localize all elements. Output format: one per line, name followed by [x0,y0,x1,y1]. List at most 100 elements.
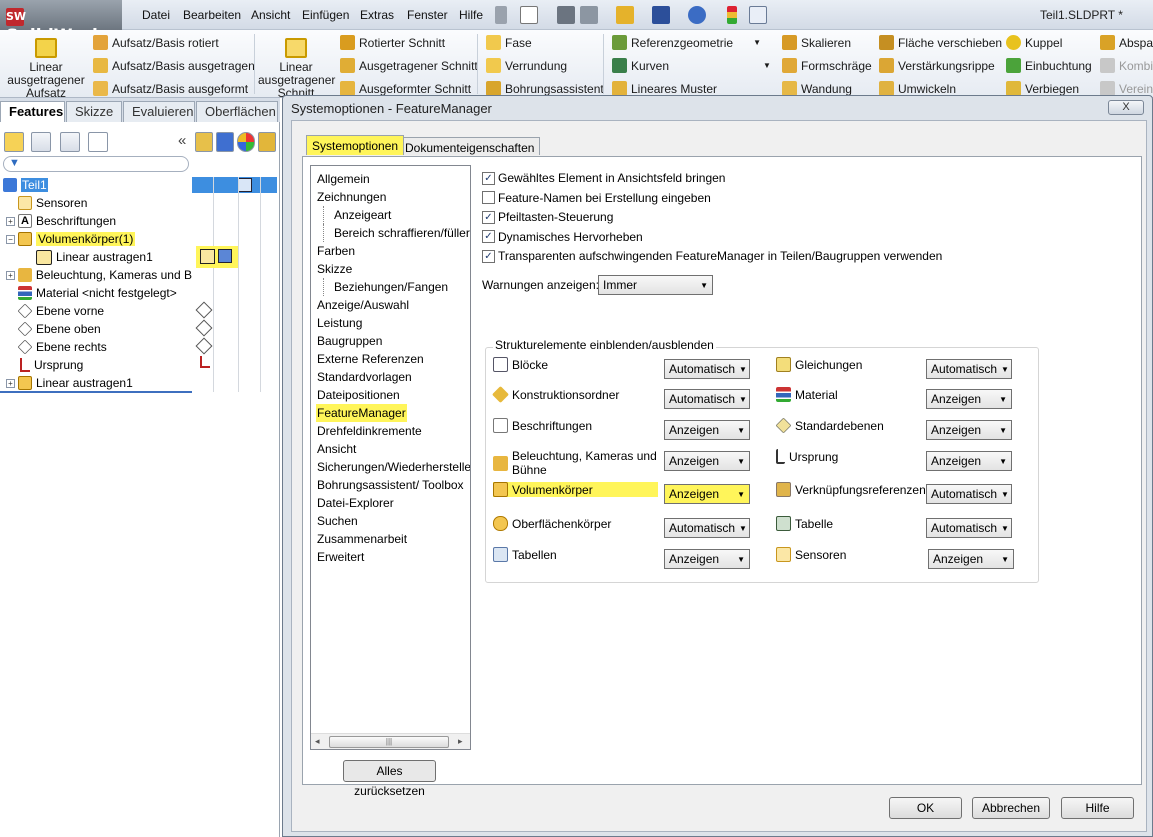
tab-oberflaechen[interactable]: Oberflächen [196,101,278,122]
wrap-button[interactable]: Umwickeln [879,81,956,96]
extruded-boss-button[interactable]: Linear ausgetragener Aufsatz [6,38,86,100]
menu-ansicht[interactable]: Ansicht [251,8,290,22]
category-item[interactable]: Anzeige/Auswahl [316,296,410,314]
collapse-node-icon[interactable]: − [6,234,15,244]
linear-pattern-button[interactable]: Lineares Muster [612,81,717,96]
draft-button[interactable]: Formschräge [782,58,872,73]
indent-button[interactable]: Einbuchtung [1006,58,1092,73]
checkbox[interactable]: ✓ [482,171,495,185]
category-item[interactable]: Ansicht [316,440,357,458]
tree-filter-input[interactable]: ▼ [3,156,189,172]
tab-evaluieren[interactable]: Evaluieren [123,101,195,122]
category-item[interactable]: Drehfeldinkremente [316,422,423,440]
category-item[interactable]: FeatureManager [316,404,407,422]
cube-icon[interactable] [216,132,234,152]
option-checkbox-row[interactable]: ✓ Transparenten aufschwingenden FeatureMa… [482,249,942,263]
revolved-cut-button[interactable]: Rotierter Schnitt [340,35,445,50]
tree-item-linear-austragen[interactable]: + Linear austragen1 [0,374,192,392]
join-button[interactable]: Vereinig [1100,81,1153,96]
reference-geometry-button[interactable]: Referenzgeometrie ▼ [612,35,761,50]
menu-extras[interactable]: Extras [360,8,394,22]
visibility-dropdown[interactable]: Automatisch ▼ [664,359,750,379]
visibility-dropdown[interactable]: Automatisch ▼ [926,518,1012,538]
visibility-dropdown[interactable]: Automatisch ▼ [664,518,750,538]
scroll-right-icon[interactable]: ▸ [458,736,463,747]
category-item[interactable]: Farben [316,242,356,260]
dimxpert-icon[interactable] [88,132,108,152]
options-list-icon[interactable] [749,6,767,24]
option-checkbox-row[interactable]: ✓ Pfeiltasten-Steuerung [482,210,613,224]
scroll-thumb[interactable]: ||| [329,736,449,748]
tree-item-ursprung[interactable]: Ursprung [18,356,210,374]
swept-cut-button[interactable]: Ausgetragener Schnitt [340,58,478,73]
close-button[interactable]: X [1108,100,1144,115]
feature-tree-icon[interactable] [4,132,24,152]
tree-item-ebene-rechts[interactable]: Ebene rechts [17,338,210,356]
undo-icon[interactable] [688,6,706,24]
lofted-boss-button[interactable]: Aufsatz/Basis ausgeformt [93,81,248,96]
visibility-dropdown[interactable]: Anzeigen ▼ [664,484,750,504]
split-button[interactable]: Abspal [1100,35,1153,50]
body-icon[interactable] [200,249,215,264]
menu-datei[interactable]: Datei [142,8,170,22]
category-item[interactable]: Anzeigeart [323,206,392,224]
visibility-dropdown[interactable]: Anzeigen ▼ [664,420,750,440]
chamfer-button[interactable]: Fase [486,35,532,50]
scene-icon[interactable] [258,132,276,152]
visibility-dropdown[interactable]: Anzeigen ▼ [926,389,1012,409]
menu-einfuegen[interactable]: Einfügen [302,8,349,22]
menu-bearbeiten[interactable]: Bearbeiten [183,8,241,22]
extruded-cut-button[interactable]: Linear ausgetragener Schnitt [258,38,335,100]
cube-icon[interactable] [218,249,232,263]
tab-features[interactable]: Features [0,101,65,122]
category-item[interactable]: Beziehungen/Fangen [323,278,449,296]
tree-item-ebene-vorne[interactable]: Ebene vorne [17,302,210,320]
tree-item-beleuchtung[interactable]: + Beleuchtung, Kameras und B [0,266,192,284]
warnings-dropdown[interactable]: Immer ▼ [598,275,713,295]
rib-button[interactable]: Verstärkungsrippe [879,58,995,73]
checkbox[interactable]: ✓ [482,249,495,263]
tab-dokumenteigenschaften[interactable]: Dokumenteigenschaften [399,137,541,155]
appearance-icon[interactable] [237,132,255,152]
dome-button[interactable]: Kuppel [1006,35,1062,50]
swept-boss-button[interactable]: Aufsatz/Basis ausgetragen [93,58,255,73]
lofted-cut-button[interactable]: Ausgeformter Schnitt [340,81,471,96]
traffic-light-icon[interactable] [727,6,737,24]
tree-item-teil1[interactable]: Teil1 [0,176,192,194]
scroll-left-icon[interactable]: ◂ [315,736,320,747]
category-item[interactable]: Skizze [316,260,353,278]
category-item[interactable]: Datei-Explorer [316,494,395,512]
expand-icon[interactable]: + [6,270,15,280]
combine-button[interactable]: Kombin [1100,58,1153,73]
configuration-manager-icon[interactable] [60,132,80,152]
tab-systemoptionen[interactable]: Systemoptionen [306,135,405,155]
option-checkbox-row[interactable]: Feature-Namen bei Erstellung eingeben [482,191,711,205]
fillet-button[interactable]: Verrundung [486,58,567,73]
category-item[interactable]: Standardvorlagen [316,368,413,386]
category-item[interactable]: Leistung [316,314,363,332]
collapse-icon[interactable]: « [178,132,186,149]
move-face-button[interactable]: Fläche verschieben [879,35,1002,50]
visibility-dropdown[interactable]: Automatisch ▼ [926,359,1012,379]
print-setup-icon[interactable] [557,6,575,24]
expand-icon[interactable]: + [6,378,15,388]
category-item[interactable]: Dateipositionen [316,386,401,404]
tree-item-material[interactable]: Material <nicht festgelegt> [18,284,210,302]
reset-all-button[interactable]: Alles zurücksetzen [343,760,436,798]
category-item[interactable]: Sicherungen/Wiederhersteller [316,458,470,476]
category-item[interactable]: Bohrungsassistent/ Toolbox [316,476,465,494]
visibility-dropdown[interactable]: Anzeigen ▼ [926,420,1012,440]
help-button[interactable]: Hilfe [1061,797,1134,819]
hole-wizard-button[interactable]: Bohrungsassistent [486,81,604,96]
tree-item-sensoren[interactable]: Sensoren [18,194,210,212]
property-manager-icon[interactable] [31,132,51,152]
horizontal-scrollbar[interactable]: ◂ ||| ▸ [311,733,470,749]
checkbox[interactable]: ✓ [482,210,495,224]
category-item[interactable]: Zusammenarbeit [316,530,408,548]
origin-visibility-icon[interactable] [200,356,210,368]
visibility-dropdown[interactable]: Anzeigen ▼ [928,549,1014,569]
chevron-down-icon[interactable]: ▼ [763,61,771,70]
checkbox[interactable]: ✓ [482,230,495,243]
chevron-down-icon[interactable]: ▼ [753,38,761,47]
tab-skizze[interactable]: Skizze [66,101,122,122]
